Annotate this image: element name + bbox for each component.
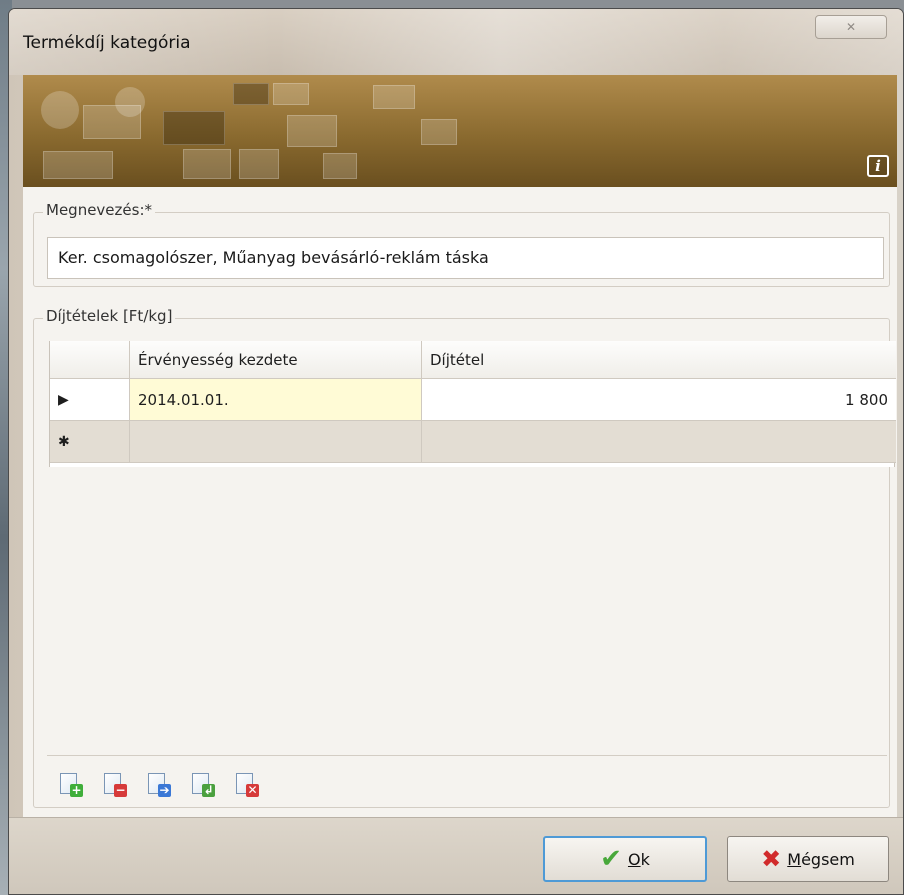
banner-decoration bbox=[239, 149, 279, 179]
toolbar-divider bbox=[47, 755, 887, 756]
ok-button[interactable]: ✔ Ok bbox=[543, 836, 707, 882]
new-row[interactable]: ✱ bbox=[50, 421, 896, 463]
cancel-label: Mégsem bbox=[787, 849, 855, 869]
start-date-cell[interactable]: 2014.01.01. bbox=[130, 379, 422, 420]
banner-decoration bbox=[163, 111, 225, 145]
grid-toolbar: + − ➔ ↲ ✕ bbox=[57, 771, 259, 797]
banner-decoration bbox=[233, 83, 269, 105]
import-icon[interactable]: ➔ bbox=[145, 771, 171, 797]
banner-decoration bbox=[83, 105, 141, 139]
new-row-indicator[interactable]: ✱ bbox=[50, 421, 130, 462]
ok-label: Ok bbox=[627, 849, 650, 869]
banner-decoration bbox=[323, 153, 357, 179]
current-row-indicator[interactable]: ▶ bbox=[50, 379, 130, 420]
window-title: Termékdíj kategória bbox=[23, 33, 191, 53]
dialog-footer: ✔ Ok ✖ Mégsem bbox=[9, 817, 903, 894]
banner-decoration bbox=[421, 119, 457, 145]
grid-header-row: Érvényesség kezdete Díjtétel bbox=[50, 341, 896, 379]
new-start-date-cell[interactable] bbox=[130, 421, 422, 462]
header-banner: i bbox=[23, 75, 897, 187]
fee-cell[interactable]: 1 800 bbox=[422, 379, 896, 420]
banner-decoration bbox=[287, 115, 337, 147]
info-icon[interactable]: i bbox=[867, 155, 889, 177]
rates-label: Díjtételek [Ft/kg] bbox=[43, 307, 176, 325]
banner-decoration bbox=[273, 83, 309, 105]
clear-rows-icon[interactable]: ✕ bbox=[233, 771, 259, 797]
rates-grid[interactable]: Érvényesség kezdete Díjtétel ▶ 2014.01.0… bbox=[49, 341, 896, 467]
close-icon: ✕ bbox=[845, 20, 857, 34]
delete-row-icon[interactable]: − bbox=[101, 771, 127, 797]
name-label: Megnevezés:* bbox=[43, 201, 156, 219]
title-bar[interactable]: Termékdíj kategória ✕ bbox=[9, 9, 903, 75]
cancel-button[interactable]: ✖ Mégsem bbox=[727, 836, 889, 882]
name-input[interactable]: Ker. csomagolószer, Műanyag bevásárló-re… bbox=[47, 237, 884, 279]
dialog-content: Megnevezés:* Ker. csomagolószer, Műanyag… bbox=[23, 187, 897, 817]
cross-icon: ✖ bbox=[761, 845, 782, 873]
column-header-selector bbox=[50, 341, 130, 378]
banner-decoration bbox=[183, 149, 231, 179]
close-button[interactable]: ✕ bbox=[815, 15, 887, 39]
banner-decoration bbox=[43, 151, 113, 179]
dialog-window: Termékdíj kategória ✕ i Megnevezés:* Ker… bbox=[8, 8, 904, 895]
banner-decoration bbox=[41, 91, 79, 129]
add-row-icon[interactable]: + bbox=[57, 771, 83, 797]
table-row[interactable]: ▶ 2014.01.01. 1 800 bbox=[50, 379, 896, 421]
column-header-start-date[interactable]: Érvényesség kezdete bbox=[130, 341, 422, 378]
column-header-fee[interactable]: Díjtétel bbox=[422, 341, 896, 378]
banner-decoration bbox=[373, 85, 415, 109]
new-fee-cell[interactable] bbox=[422, 421, 896, 462]
edit-row-icon[interactable]: ↲ bbox=[189, 771, 215, 797]
checkmark-icon: ✔ bbox=[600, 844, 622, 874]
